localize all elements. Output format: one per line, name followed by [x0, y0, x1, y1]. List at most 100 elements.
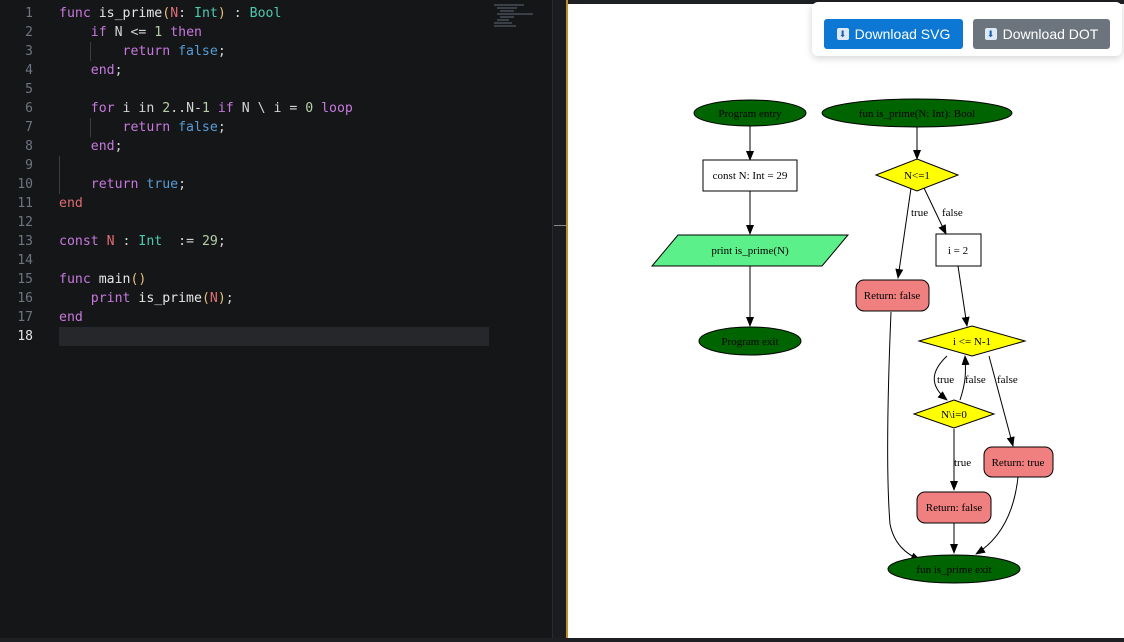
- node-label: fun is_prime exit: [916, 564, 991, 576]
- minimap-line: [500, 10, 514, 12]
- code-line[interactable]: const N : Int := 29;: [59, 232, 566, 251]
- number-literal: 1: [201, 101, 210, 116]
- code-line[interactable]: if N <= 1 then: [59, 23, 566, 42]
- download-dot-label: Download DOT: [1002, 26, 1099, 42]
- edge-label-true: true: [937, 374, 954, 386]
- edge-label-false: false: [997, 374, 1018, 386]
- constant-name: N: [98, 234, 115, 249]
- code-line[interactable]: return true;: [59, 175, 566, 194]
- node-label: Return: false: [926, 502, 983, 514]
- code-line[interactable]: end: [59, 308, 566, 327]
- keyword: return: [122, 120, 171, 135]
- keyword: return: [90, 177, 139, 192]
- edge-label-true: true: [911, 207, 928, 219]
- code-line[interactable]: return false;: [59, 42, 566, 61]
- line-number: 10: [17, 177, 33, 192]
- code-line[interactable]: end;: [59, 61, 566, 80]
- download-svg-button[interactable]: ⬇ Download SVG: [824, 19, 963, 49]
- keyword: for: [90, 101, 115, 116]
- expression: N \ i =: [233, 101, 306, 116]
- line-number: 15: [17, 272, 33, 287]
- function-name: is_prime: [130, 291, 202, 306]
- line-number: 5: [25, 82, 33, 97]
- line-number: 12: [17, 215, 33, 230]
- code-line[interactable]: [59, 251, 566, 270]
- paren: ): [217, 6, 226, 21]
- keyword: loop: [313, 101, 353, 116]
- edge-label-false: false: [942, 207, 963, 219]
- code-editor[interactable]: 1 2 3 4 5 6 7 8 9 10 11 12 13 14 15 16 1…: [0, 0, 566, 638]
- node-label: print is_prime(N): [711, 245, 789, 257]
- line-number: 6: [25, 101, 33, 116]
- code-line[interactable]: return false;: [59, 118, 566, 137]
- node-label: Program entry: [718, 108, 782, 120]
- minimap-line: [494, 22, 512, 24]
- function-name: is_prime: [90, 6, 163, 21]
- expression: [210, 101, 218, 116]
- keyword: if: [217, 101, 234, 116]
- editor-scrollbar[interactable]: [552, 0, 566, 638]
- line-number: 9: [25, 158, 33, 173]
- code-line[interactable]: [59, 213, 566, 232]
- node-label: const N: Int = 29: [713, 170, 788, 182]
- bool-literal: false: [170, 44, 218, 59]
- line-number: 17: [17, 310, 33, 325]
- semicolon: ;: [225, 291, 234, 306]
- minimap-line: [497, 19, 509, 21]
- keyword: func: [59, 6, 91, 21]
- node-label: i = 2: [948, 245, 968, 257]
- keyword: end: [59, 196, 83, 211]
- line-number: 8: [25, 139, 33, 154]
- expression: i in: [114, 101, 163, 116]
- expression: N <=: [106, 25, 155, 40]
- code-line[interactable]: end;: [59, 137, 566, 156]
- keyword: func: [59, 272, 91, 287]
- edge-label-true: true: [954, 457, 971, 469]
- number-literal: 29: [201, 234, 218, 249]
- code-line[interactable]: func main(): [59, 270, 566, 289]
- current-line[interactable]: [59, 327, 489, 346]
- minimap-line: [494, 4, 524, 6]
- bool-literal: true: [138, 177, 179, 192]
- keyword: const: [59, 234, 99, 249]
- semicolon: ;: [217, 44, 226, 59]
- edge-label-false: false: [965, 374, 986, 386]
- download-icon: ⬇: [836, 28, 849, 40]
- node-label: N<=1: [904, 170, 930, 182]
- download-svg-label: Download SVG: [854, 26, 951, 42]
- edge-return1-to-exit: [887, 311, 921, 561]
- code-line[interactable]: end: [59, 194, 566, 213]
- type-name: Int: [194, 6, 218, 21]
- bool-literal: false: [170, 120, 218, 135]
- minimap[interactable]: [494, 4, 546, 44]
- paren: (: [201, 291, 210, 306]
- line-number: 14: [17, 253, 33, 268]
- type-name: Int: [138, 234, 163, 249]
- code-line[interactable]: [59, 80, 566, 99]
- code-lines[interactable]: func is_prime(N: Int) : Bool if N <= 1 t…: [59, 4, 566, 346]
- minimap-line: [497, 13, 533, 15]
- code-line[interactable]: for i in 2..N-1 if N \ i = 0 loop: [59, 99, 566, 118]
- line-number: 1: [25, 6, 33, 21]
- node-label: i <= N-1: [953, 336, 991, 348]
- colon: :: [178, 6, 195, 21]
- line-number-active: 18: [17, 329, 33, 344]
- node-label: Return: true: [992, 457, 1045, 469]
- line-number: 2: [25, 25, 33, 40]
- edge-loop-false: [988, 355, 1015, 447]
- scrollbar-cursor-marker: [554, 225, 566, 226]
- semicolon: ;: [178, 177, 187, 192]
- flowchart-panel: true false true false false true Program…: [568, 4, 1124, 638]
- keyword: end: [90, 139, 115, 154]
- argument: N: [209, 291, 218, 306]
- indent-guide: [90, 118, 91, 137]
- node-label: Program exit: [721, 336, 778, 348]
- code-line[interactable]: print is_prime(N);: [59, 289, 566, 308]
- download-dot-button[interactable]: ⬇ Download DOT: [973, 19, 1110, 49]
- download-icon: ⬇: [984, 28, 997, 40]
- colon: :: [225, 6, 250, 21]
- keyword: end: [59, 310, 83, 325]
- code-line[interactable]: func is_prime(N: Int) : Bool: [59, 4, 566, 23]
- indent-guide: [59, 156, 60, 175]
- code-line[interactable]: [59, 156, 566, 175]
